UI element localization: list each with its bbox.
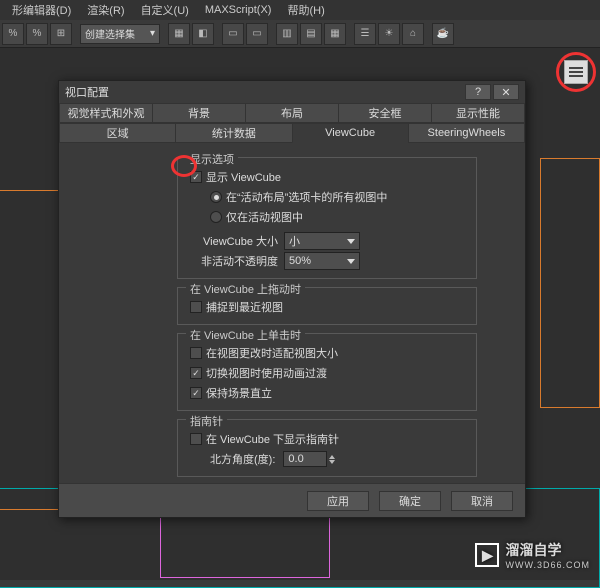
checkbox-snap[interactable] bbox=[190, 301, 202, 313]
group-title: 在 ViewCube 上单击时 bbox=[186, 327, 305, 343]
wire-orange-2 bbox=[540, 158, 600, 408]
label-anim: 切换视图时使用动画过渡 bbox=[206, 365, 327, 381]
dialog-titlebar: 视口配置 ? ✕ bbox=[59, 81, 525, 103]
combo-viewcube-size[interactable]: 小 bbox=[284, 232, 360, 250]
wire-orange bbox=[0, 190, 60, 510]
tool-btn[interactable]: % bbox=[2, 23, 24, 45]
tab-layout[interactable]: 布局 bbox=[245, 103, 338, 123]
ok-button[interactable]: 确定 bbox=[379, 491, 441, 511]
menu-item[interactable]: MAXScript(X) bbox=[197, 4, 280, 16]
tab-region[interactable]: 区域 bbox=[59, 123, 175, 143]
label-up: 保持场景直立 bbox=[206, 385, 272, 401]
tab-statistics[interactable]: 统计数据 bbox=[175, 123, 291, 143]
label-north: 北方角度(度): bbox=[210, 451, 275, 467]
checkbox-compass[interactable] bbox=[190, 433, 202, 445]
radio-all-views[interactable] bbox=[210, 191, 222, 203]
label-viewcube-size: ViewCube 大小 bbox=[190, 233, 278, 249]
spinner-arrows[interactable] bbox=[329, 455, 339, 464]
tool-btn[interactable]: ⊞ bbox=[50, 23, 72, 45]
label-compass: 在 ViewCube 下显示指南针 bbox=[206, 431, 339, 447]
tool-btn[interactable]: ▭ bbox=[222, 23, 244, 45]
tool-btn[interactable]: ▭ bbox=[246, 23, 268, 45]
tool-btn[interactable]: ⌂ bbox=[402, 23, 424, 45]
play-icon: ▶ bbox=[475, 543, 499, 567]
spinner-north[interactable]: 0.0 bbox=[283, 451, 327, 467]
apply-button[interactable]: 应用 bbox=[307, 491, 369, 511]
tool-btn[interactable]: ☀ bbox=[378, 23, 400, 45]
radio-active-only[interactable] bbox=[210, 211, 222, 223]
menu-item[interactable]: 形编辑器(D) bbox=[4, 2, 79, 18]
menu-item[interactable]: 自定义(U) bbox=[133, 2, 197, 18]
tab-display-perf[interactable]: 显示性能 bbox=[431, 103, 525, 123]
dialog-title: 视口配置 bbox=[65, 84, 109, 100]
group-title: 显示选项 bbox=[186, 151, 238, 167]
chevron-down-icon bbox=[347, 259, 355, 264]
named-selection-combo[interactable]: 创建选择集▾ bbox=[80, 24, 160, 44]
menu-item[interactable]: 渲染(R) bbox=[79, 2, 132, 18]
help-button[interactable]: ? bbox=[465, 84, 491, 100]
menubar: 形编辑器(D) 渲染(R) 自定义(U) MAXScript(X) 帮助(H) bbox=[0, 0, 600, 20]
checkbox-anim[interactable]: ✓ bbox=[190, 367, 202, 379]
watermark-text: 溜溜自学 bbox=[505, 542, 561, 558]
viewcube-toggle-button[interactable] bbox=[564, 60, 588, 84]
checkbox-show-viewcube[interactable]: ✓ bbox=[190, 171, 202, 183]
tool-btn[interactable]: ☕ bbox=[432, 23, 454, 45]
group-compass: 指南针 在 ViewCube 下显示指南针 北方角度(度): 0.0 bbox=[177, 419, 477, 477]
tool-btn[interactable]: ▥ bbox=[276, 23, 298, 45]
label-inactive-opacity: 非活动不透明度 bbox=[190, 253, 278, 269]
tab-viewcube[interactable]: ViewCube bbox=[292, 123, 408, 143]
tab-steeringwheels[interactable]: SteeringWheels bbox=[408, 123, 525, 143]
dialog-body: 显示选项 ✓ 显示 ViewCube 在“活动布局”选项卡的所有视图中 仅在活动… bbox=[59, 143, 525, 483]
checkbox-up[interactable]: ✓ bbox=[190, 387, 202, 399]
tool-btn[interactable]: ◧ bbox=[192, 23, 214, 45]
label-snap: 捕捉到最近视图 bbox=[206, 299, 283, 315]
menu-item[interactable]: 帮助(H) bbox=[279, 2, 332, 18]
close-button[interactable]: ✕ bbox=[493, 84, 519, 100]
tabs-row-1: 视觉样式和外观 背景 布局 安全框 显示性能 bbox=[59, 103, 525, 123]
combo-value: 创建选择集 bbox=[85, 26, 135, 41]
viewport-config-dialog: 视口配置 ? ✕ 视觉样式和外观 背景 布局 安全框 显示性能 区域 统计数据 … bbox=[58, 80, 526, 518]
tab-safe-frame[interactable]: 安全框 bbox=[338, 103, 431, 123]
group-title: 指南针 bbox=[186, 413, 227, 429]
tool-btn[interactable]: ▤ bbox=[300, 23, 322, 45]
tabs-row-2: 区域 统计数据 ViewCube SteeringWheels bbox=[59, 123, 525, 143]
checkbox-fit[interactable] bbox=[190, 347, 202, 359]
tool-btn[interactable]: ▦ bbox=[324, 23, 346, 45]
watermark: ▶ 溜溜自学 WWW.3D66.COM bbox=[475, 540, 590, 570]
watermark-url: WWW.3D66.COM bbox=[505, 560, 590, 570]
group-click: 在 ViewCube 上单击时 在视图更改时适配视图大小 ✓ 切换视图时使用动画… bbox=[177, 333, 477, 411]
label-active-only: 仅在活动视图中 bbox=[226, 209, 303, 225]
cancel-button[interactable]: 取消 bbox=[451, 491, 513, 511]
tool-btn[interactable]: ☰ bbox=[354, 23, 376, 45]
tab-background[interactable]: 背景 bbox=[152, 103, 245, 123]
combo-inactive-opacity[interactable]: 50% bbox=[284, 252, 360, 270]
combo-value: 小 bbox=[289, 233, 300, 249]
group-drag: 在 ViewCube 上拖动时 捕捉到最近视图 bbox=[177, 287, 477, 325]
chevron-down-icon bbox=[347, 239, 355, 244]
toolbar: % % ⊞ 创建选择集▾ ▦ ◧ ▭ ▭ ▥ ▤ ▦ ☰ ☀ ⌂ ☕ bbox=[0, 20, 600, 48]
tool-btn[interactable]: % bbox=[26, 23, 48, 45]
label-fit: 在视图更改时适配视图大小 bbox=[206, 345, 338, 361]
tool-btn[interactable]: ▦ bbox=[168, 23, 190, 45]
group-display-options: 显示选项 ✓ 显示 ViewCube 在“活动布局”选项卡的所有视图中 仅在活动… bbox=[177, 157, 477, 279]
label-show-viewcube: 显示 ViewCube bbox=[206, 169, 281, 185]
tab-visual-style[interactable]: 视觉样式和外观 bbox=[59, 103, 152, 123]
dialog-footer: 应用 确定 取消 bbox=[59, 483, 525, 517]
combo-value: 50% bbox=[289, 255, 311, 267]
label-all-views: 在“活动布局”选项卡的所有视图中 bbox=[226, 189, 387, 205]
group-title: 在 ViewCube 上拖动时 bbox=[186, 281, 305, 297]
